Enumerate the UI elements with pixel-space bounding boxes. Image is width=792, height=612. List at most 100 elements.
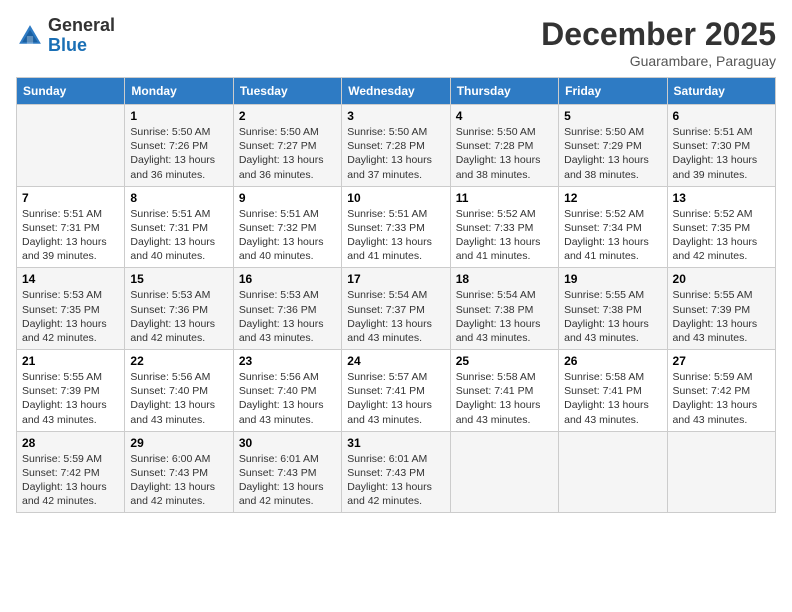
column-header-thursday: Thursday — [450, 78, 558, 105]
day-number: 25 — [456, 354, 553, 368]
calendar-cell: 26 Sunrise: 5:58 AMSunset: 7:41 PMDayligh… — [559, 350, 667, 432]
cell-info: Sunrise: 5:53 AMSunset: 7:35 PMDaylight:… — [22, 289, 107, 344]
day-number: 3 — [347, 109, 444, 123]
cell-info: Sunrise: 5:55 AMSunset: 7:39 PMDaylight:… — [22, 371, 107, 426]
calendar-cell — [667, 431, 775, 513]
calendar-cell: 22 Sunrise: 5:56 AMSunset: 7:40 PMDayligh… — [125, 350, 233, 432]
calendar-cell: 16 Sunrise: 5:53 AMSunset: 7:36 PMDayligh… — [233, 268, 341, 350]
day-number: 2 — [239, 109, 336, 123]
cell-info: Sunrise: 5:58 AMSunset: 7:41 PMDaylight:… — [564, 371, 649, 426]
calendar-cell: 31 Sunrise: 6:01 AMSunset: 7:43 PMDayligh… — [342, 431, 450, 513]
calendar-cell: 23 Sunrise: 5:56 AMSunset: 7:40 PMDayligh… — [233, 350, 341, 432]
day-number: 1 — [130, 109, 227, 123]
cell-info: Sunrise: 5:51 AMSunset: 7:31 PMDaylight:… — [22, 208, 107, 263]
day-number: 12 — [564, 191, 661, 205]
day-number: 19 — [564, 272, 661, 286]
day-number: 28 — [22, 436, 119, 450]
day-number: 20 — [673, 272, 770, 286]
calendar-cell: 24 Sunrise: 5:57 AMSunset: 7:41 PMDayligh… — [342, 350, 450, 432]
calendar-cell: 1 Sunrise: 5:50 AMSunset: 7:26 PMDaylight… — [125, 105, 233, 187]
day-number: 9 — [239, 191, 336, 205]
day-number: 31 — [347, 436, 444, 450]
cell-info: Sunrise: 5:58 AMSunset: 7:41 PMDaylight:… — [456, 371, 541, 426]
month-title: December 2025 — [541, 16, 776, 53]
cell-info: Sunrise: 5:54 AMSunset: 7:37 PMDaylight:… — [347, 289, 432, 344]
calendar-week-row: 21Sunrise: 5:55 AMSunset: 7:39 PMDayligh… — [17, 350, 776, 432]
calendar-cell: 4 Sunrise: 5:50 AMSunset: 7:28 PMDaylight… — [450, 105, 558, 187]
cell-info: Sunrise: 6:01 AMSunset: 7:43 PMDaylight:… — [347, 453, 432, 508]
day-number: 17 — [347, 272, 444, 286]
calendar-cell: 2 Sunrise: 5:50 AMSunset: 7:27 PMDaylight… — [233, 105, 341, 187]
day-number: 11 — [456, 191, 553, 205]
cell-info: Sunrise: 5:57 AMSunset: 7:41 PMDaylight:… — [347, 371, 432, 426]
page-header: General Blue December 2025 Guarambare, P… — [16, 16, 776, 69]
day-number: 27 — [673, 354, 770, 368]
cell-info: Sunrise: 5:50 AMSunset: 7:28 PMDaylight:… — [347, 126, 432, 181]
cell-info: Sunrise: 5:51 AMSunset: 7:30 PMDaylight:… — [673, 126, 758, 181]
day-number: 18 — [456, 272, 553, 286]
day-number: 26 — [564, 354, 661, 368]
calendar-cell: 10Sunrise: 5:51 AMSunset: 7:33 PMDayligh… — [342, 186, 450, 268]
calendar-table: SundayMondayTuesdayWednesdayThursdayFrid… — [16, 77, 776, 513]
cell-info: Sunrise: 5:52 AMSunset: 7:34 PMDaylight:… — [564, 208, 649, 263]
column-header-wednesday: Wednesday — [342, 78, 450, 105]
cell-info: Sunrise: 5:53 AMSunset: 7:36 PMDaylight:… — [130, 289, 215, 344]
calendar-cell — [17, 105, 125, 187]
cell-info: Sunrise: 6:01 AMSunset: 7:43 PMDaylight:… — [239, 453, 324, 508]
column-header-sunday: Sunday — [17, 78, 125, 105]
day-number: 16 — [239, 272, 336, 286]
calendar-header-row: SundayMondayTuesdayWednesdayThursdayFrid… — [17, 78, 776, 105]
calendar-cell: 9 Sunrise: 5:51 AMSunset: 7:32 PMDaylight… — [233, 186, 341, 268]
title-block: December 2025 Guarambare, Paraguay — [541, 16, 776, 69]
day-number: 15 — [130, 272, 227, 286]
calendar-cell: 18Sunrise: 5:54 AMSunset: 7:38 PMDayligh… — [450, 268, 558, 350]
calendar-cell: 7 Sunrise: 5:51 AMSunset: 7:31 PMDaylight… — [17, 186, 125, 268]
cell-info: Sunrise: 5:51 AMSunset: 7:32 PMDaylight:… — [239, 208, 324, 263]
day-number: 4 — [456, 109, 553, 123]
cell-info: Sunrise: 5:53 AMSunset: 7:36 PMDaylight:… — [239, 289, 324, 344]
calendar-cell: 8Sunrise: 5:51 AMSunset: 7:31 PMDaylight… — [125, 186, 233, 268]
cell-info: Sunrise: 5:51 AMSunset: 7:33 PMDaylight:… — [347, 208, 432, 263]
calendar-week-row: 1 Sunrise: 5:50 AMSunset: 7:26 PMDaylight… — [17, 105, 776, 187]
cell-info: Sunrise: 5:50 AMSunset: 7:29 PMDaylight:… — [564, 126, 649, 181]
day-number: 22 — [130, 354, 227, 368]
calendar-cell: 3 Sunrise: 5:50 AMSunset: 7:28 PMDaylight… — [342, 105, 450, 187]
calendar-cell: 28 Sunrise: 5:59 AMSunset: 7:42 PMDayligh… — [17, 431, 125, 513]
cell-info: Sunrise: 5:59 AMSunset: 7:42 PMDaylight:… — [673, 371, 758, 426]
calendar-cell: 5 Sunrise: 5:50 AMSunset: 7:29 PMDaylight… — [559, 105, 667, 187]
column-header-monday: Monday — [125, 78, 233, 105]
cell-info: Sunrise: 5:59 AMSunset: 7:42 PMDaylight:… — [22, 453, 107, 508]
day-number: 23 — [239, 354, 336, 368]
logo-icon — [16, 22, 44, 50]
calendar-cell: 25 Sunrise: 5:58 AMSunset: 7:41 PMDayligh… — [450, 350, 558, 432]
day-number: 7 — [22, 191, 119, 205]
cell-info: Sunrise: 5:50 AMSunset: 7:27 PMDaylight:… — [239, 126, 324, 181]
column-header-saturday: Saturday — [667, 78, 775, 105]
cell-info: Sunrise: 5:50 AMSunset: 7:26 PMDaylight:… — [130, 126, 215, 181]
cell-info: Sunrise: 5:56 AMSunset: 7:40 PMDaylight:… — [130, 371, 215, 426]
calendar-cell: 14Sunrise: 5:53 AMSunset: 7:35 PMDayligh… — [17, 268, 125, 350]
calendar-week-row: 14Sunrise: 5:53 AMSunset: 7:35 PMDayligh… — [17, 268, 776, 350]
calendar-week-row: 7 Sunrise: 5:51 AMSunset: 7:31 PMDaylight… — [17, 186, 776, 268]
calendar-cell: 17 Sunrise: 5:54 AMSunset: 7:37 PMDayligh… — [342, 268, 450, 350]
location-text: Guarambare, Paraguay — [541, 53, 776, 69]
calendar-cell: 11Sunrise: 5:52 AMSunset: 7:33 PMDayligh… — [450, 186, 558, 268]
calendar-cell — [450, 431, 558, 513]
calendar-week-row: 28 Sunrise: 5:59 AMSunset: 7:42 PMDayligh… — [17, 431, 776, 513]
calendar-cell: 6Sunrise: 5:51 AMSunset: 7:30 PMDaylight… — [667, 105, 775, 187]
column-header-friday: Friday — [559, 78, 667, 105]
calendar-cell: 21Sunrise: 5:55 AMSunset: 7:39 PMDayligh… — [17, 350, 125, 432]
day-number: 5 — [564, 109, 661, 123]
cell-info: Sunrise: 5:52 AMSunset: 7:35 PMDaylight:… — [673, 208, 758, 263]
day-number: 13 — [673, 191, 770, 205]
calendar-cell: 13 Sunrise: 5:52 AMSunset: 7:35 PMDayligh… — [667, 186, 775, 268]
cell-info: Sunrise: 5:56 AMSunset: 7:40 PMDaylight:… — [239, 371, 324, 426]
logo: General Blue — [16, 16, 115, 56]
calendar-cell: 12 Sunrise: 5:52 AMSunset: 7:34 PMDayligh… — [559, 186, 667, 268]
calendar-cell: 20Sunrise: 5:55 AMSunset: 7:39 PMDayligh… — [667, 268, 775, 350]
cell-info: Sunrise: 5:50 AMSunset: 7:28 PMDaylight:… — [456, 126, 541, 181]
cell-info: Sunrise: 6:00 AMSunset: 7:43 PMDaylight:… — [130, 453, 215, 508]
day-number: 8 — [130, 191, 227, 205]
calendar-cell: 30Sunrise: 6:01 AMSunset: 7:43 PMDayligh… — [233, 431, 341, 513]
day-number: 24 — [347, 354, 444, 368]
